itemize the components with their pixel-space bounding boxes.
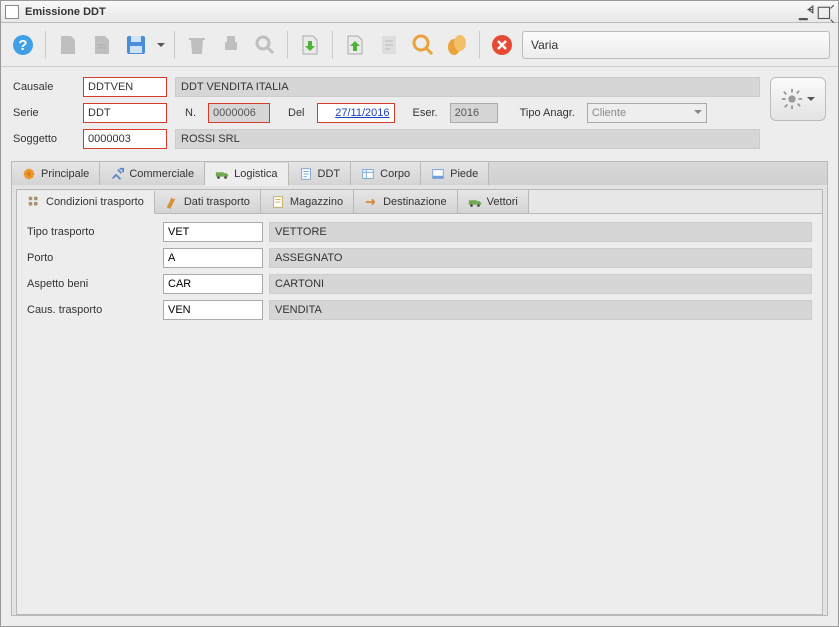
inner-tabrow: Condizioni trasporto Dati trasporto Maga… (16, 189, 823, 213)
tab-commerciale[interactable]: Commerciale (100, 162, 205, 185)
chevron-down-icon (694, 107, 702, 119)
save-dropdown[interactable] (156, 41, 166, 49)
caus-trasporto-desc: VENDITA (269, 300, 812, 320)
aspetto-beni-label: Aspetto beni (27, 278, 157, 290)
soggetto-desc: ROSSI SRL (175, 129, 760, 149)
toolbar: ? (1, 23, 838, 67)
mode-field[interactable]: Varia (522, 31, 830, 59)
caus-trasporto-label: Caus. trasporto (27, 304, 157, 316)
causale-code-input[interactable] (83, 77, 167, 97)
subtab-destinazione[interactable]: Destinazione (354, 190, 458, 213)
tab-principale[interactable]: Principale (12, 162, 100, 185)
subtab-condizioni-trasporto[interactable]: Condizioni trasporto (17, 191, 155, 214)
tipo-trasporto-input[interactable] (163, 222, 263, 242)
main-window: Emissione DDT ? (0, 0, 839, 627)
porto-desc: ASSEGNATO (269, 248, 812, 268)
porto-input[interactable] (163, 248, 263, 268)
maximize-button[interactable] (816, 5, 834, 19)
main-tab-panel: Principale Commerciale Logistica DDT Cor… (11, 161, 828, 616)
totals-button[interactable] (443, 31, 471, 59)
notes-button[interactable] (375, 31, 403, 59)
caus-trasporto-input[interactable] (163, 300, 263, 320)
tipo-trasporto-label: Tipo trasporto (27, 226, 157, 238)
eser-label: Eser. (403, 107, 442, 119)
open-button[interactable] (88, 31, 116, 59)
serie-label: Serie (13, 107, 75, 119)
close-button[interactable] (488, 31, 516, 59)
header-form: Causale DDT VENDITA ITALIA Serie N. Del … (1, 67, 838, 155)
del-date-input[interactable] (317, 103, 395, 123)
export-button[interactable] (341, 31, 369, 59)
tipo-anagr-label: Tipo Anagr. (506, 107, 579, 119)
subtab-magazzino[interactable]: Magazzino (261, 190, 354, 213)
tipo-trasporto-desc: VETTORE (269, 222, 812, 242)
tipo-anagr-combo[interactable]: Cliente (587, 103, 707, 123)
minimize-button[interactable] (796, 5, 814, 19)
eser-input (450, 103, 498, 123)
new-document-button[interactable] (54, 31, 82, 59)
titlebar: Emissione DDT (1, 1, 838, 23)
subtab-vettori[interactable]: Vettori (458, 190, 529, 213)
delete-button[interactable] (183, 31, 211, 59)
subtab-dati-trasporto[interactable]: Dati trasporto (155, 190, 261, 213)
window-title: Emissione DDT (25, 6, 796, 18)
svg-text:?: ? (18, 37, 27, 54)
save-button[interactable] (122, 31, 150, 59)
help-button[interactable]: ? (9, 31, 37, 59)
tab-logistica[interactable]: Logistica (205, 163, 288, 186)
print-button[interactable] (217, 31, 245, 59)
soggetto-code-input[interactable] (83, 129, 167, 149)
causale-desc: DDT VENDITA ITALIA (175, 77, 760, 97)
porto-label: Porto (27, 252, 157, 264)
inner-tab-content: Tipo trasporto VETTORE Porto ASSEGNATO A… (16, 213, 823, 615)
numero-label: N. (175, 107, 200, 119)
tab-corpo[interactable]: Corpo (351, 162, 421, 185)
soggetto-label: Soggetto (13, 133, 75, 145)
search-button[interactable] (251, 31, 279, 59)
settings-button[interactable] (770, 77, 826, 121)
aspetto-beni-input[interactable] (163, 274, 263, 294)
tab-piede[interactable]: Piede (421, 162, 489, 185)
main-tabrow: Principale Commerciale Logistica DDT Cor… (11, 161, 828, 185)
find-button[interactable] (409, 31, 437, 59)
tipo-anagr-value: Cliente (592, 107, 626, 119)
tab-ddt[interactable]: DDT (289, 162, 352, 185)
causale-label: Causale (13, 81, 75, 93)
serie-input[interactable] (83, 103, 167, 123)
aspetto-beni-desc: CARTONI (269, 274, 812, 294)
numero-input[interactable] (208, 103, 270, 123)
window-icon (5, 5, 19, 19)
import-button[interactable] (296, 31, 324, 59)
del-label: Del (278, 107, 309, 119)
